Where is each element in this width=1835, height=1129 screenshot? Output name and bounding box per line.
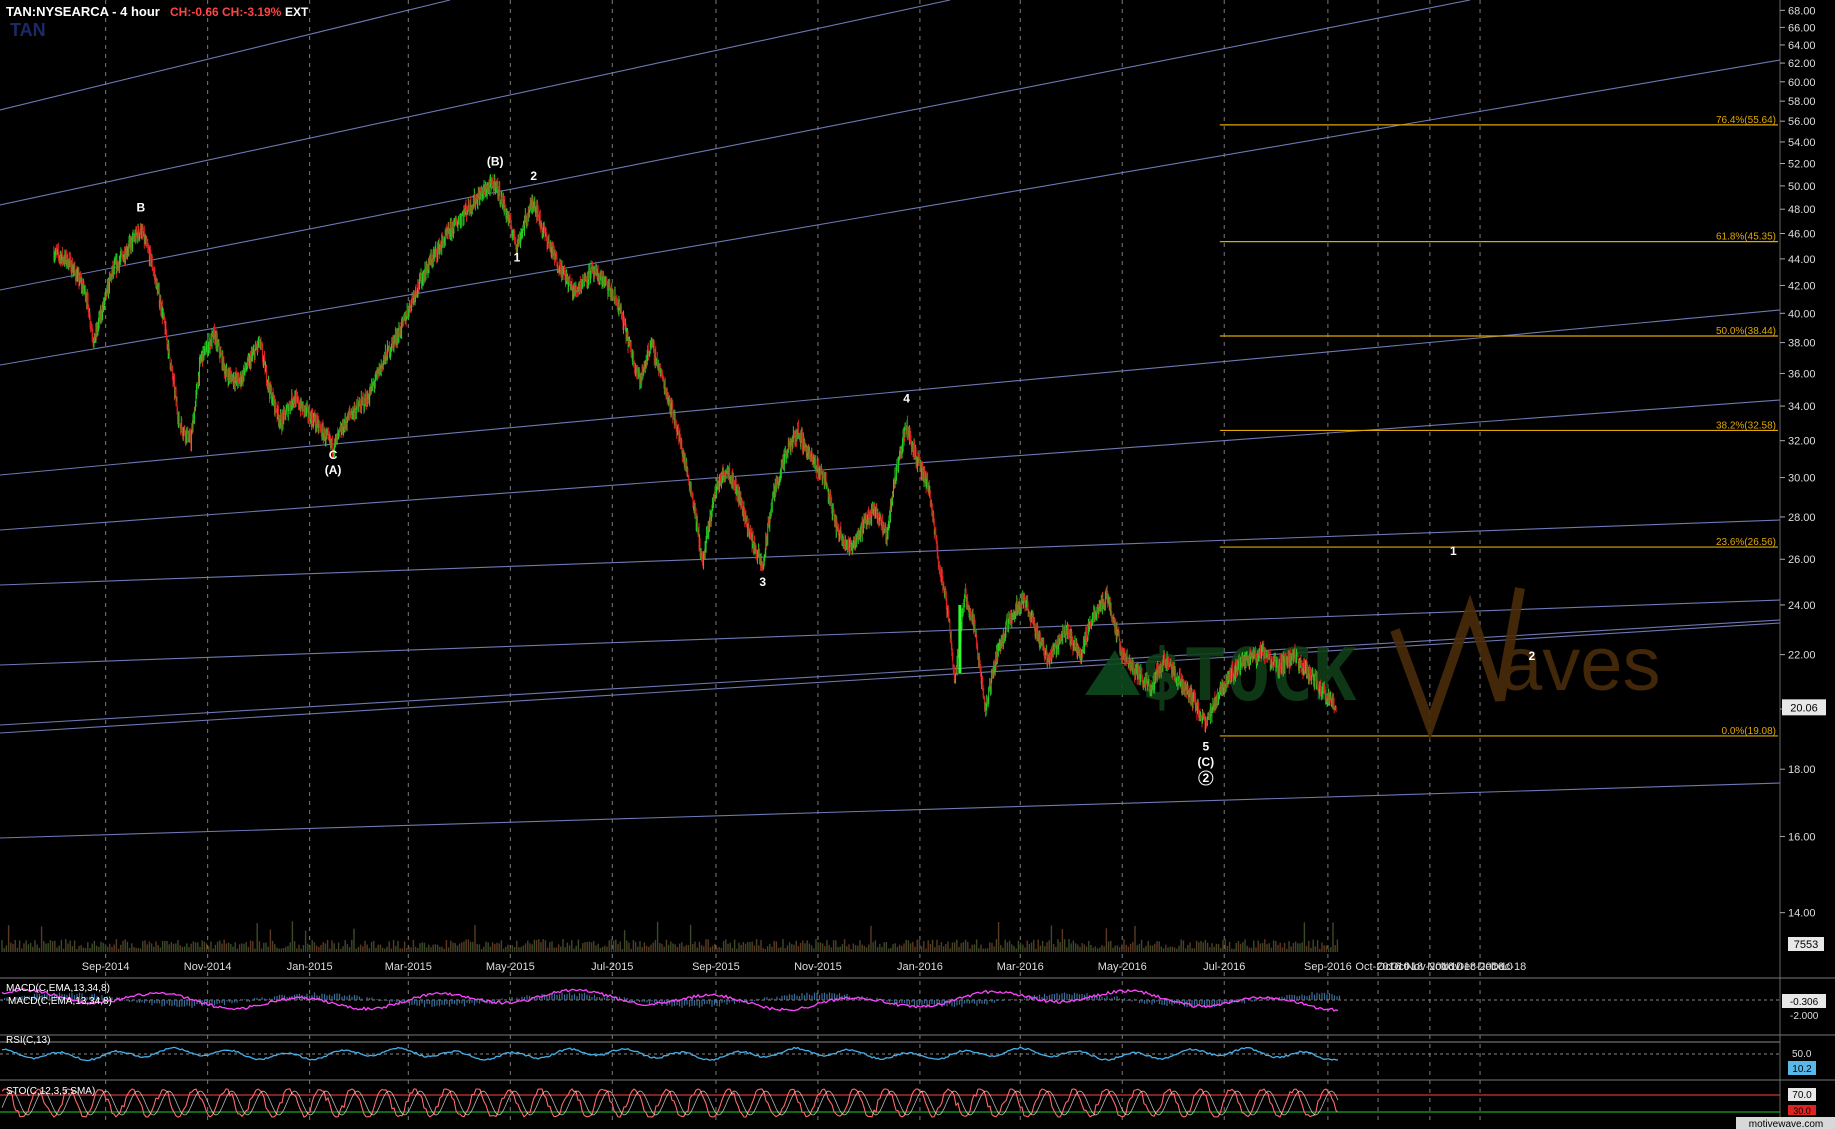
fib-label: 0.0%(19.08) xyxy=(1722,726,1776,737)
y-tick-label: 46.00 xyxy=(1788,228,1816,240)
change-value: CH:-0.66 xyxy=(170,5,219,19)
x-tick-label: Sep-2016 xyxy=(1304,961,1352,973)
y-tick-label: 66.00 xyxy=(1788,22,1816,34)
y-tick-label: 44.00 xyxy=(1788,254,1816,266)
y-tick-label: 68.00 xyxy=(1788,5,1816,17)
chart-background xyxy=(0,0,1835,1129)
y-tick-label: 22.00 xyxy=(1788,650,1816,662)
macd-label: MACD(C,EMA,13,34,8) xyxy=(6,983,110,994)
x-tick-label: Mar-2015 xyxy=(385,961,432,973)
x-tick-label: Nov-2014 xyxy=(184,961,232,973)
wave-label: 2 xyxy=(530,169,537,183)
y-tick-label: 24.00 xyxy=(1788,600,1816,612)
y-tick-label: 64.00 xyxy=(1788,40,1816,52)
wave-label: 2 xyxy=(1202,771,1209,785)
wave-label: 1 xyxy=(514,250,521,264)
wave-label: 5 xyxy=(1202,739,1209,753)
y-tick-label: 52.00 xyxy=(1788,158,1816,170)
y-tick-label: 50.00 xyxy=(1788,181,1816,193)
y-tick-label: 26.00 xyxy=(1788,554,1816,566)
y-tick-label: 60.00 xyxy=(1788,77,1816,89)
symbol-title: TAN:NYSEARCA - 4 hour xyxy=(6,4,160,19)
wave-label: (C) xyxy=(1198,755,1215,769)
symbol-watermark: TAN xyxy=(10,20,46,40)
y-tick-label: 32.00 xyxy=(1788,436,1816,448)
rsi-label: RSI(C,13) xyxy=(6,1035,50,1046)
y-tick-label: 38.00 xyxy=(1788,338,1816,350)
y-tick-label: 34.00 xyxy=(1788,401,1816,413)
x-tick-label: Sep-2014 xyxy=(82,961,130,973)
wave-label: (B) xyxy=(487,155,504,169)
stoch-upper-value: 70.0 xyxy=(1792,1090,1812,1101)
last-price-value: 20.06 xyxy=(1790,702,1818,714)
y-tick-label: 62.00 xyxy=(1788,58,1816,70)
x-tick-label: Sep-2015 xyxy=(692,961,740,973)
y-tick-label: 30.00 xyxy=(1788,473,1816,485)
y-tick-label: 58.00 xyxy=(1788,96,1816,108)
rsi-value: 10.2 xyxy=(1792,1064,1812,1075)
macd-label-2: MACD(C,EMA,13,34,8) xyxy=(8,996,112,1007)
y-tick-label: 36.00 xyxy=(1788,368,1816,380)
volume-value: 7553 xyxy=(1794,939,1818,951)
y-tick-label: 42.00 xyxy=(1788,280,1816,292)
stoch-label: STO(C,12,3,5,SMA) xyxy=(6,1086,95,1097)
macd-value: -0.306 xyxy=(1790,997,1819,1008)
x-tick-label: Nov-2015 xyxy=(794,961,842,973)
price-chart[interactable]: Sep-2014 Nov-2014 Jan-2015 Mar-2015 May-2015… xyxy=(0,0,1835,1129)
y-tick-label: 56.00 xyxy=(1788,116,1816,128)
highlight-candle xyxy=(958,604,962,674)
y-tick-label: 48.00 xyxy=(1788,204,1816,216)
y-tick-label: 14.00 xyxy=(1788,908,1816,920)
fib-label: 76.4%(55.64) xyxy=(1716,115,1776,126)
x-tick-label: Jan-2016 xyxy=(897,961,943,973)
x-tick-label: May-2016 xyxy=(1098,961,1147,973)
fib-label: 61.8%(45.35) xyxy=(1716,232,1776,243)
fib-label: 23.6%(26.56) xyxy=(1716,537,1776,548)
wave-label: 3 xyxy=(759,575,766,589)
fib-label: 50.0%(38.44) xyxy=(1716,326,1776,337)
fib-label: 38.2%(32.58) xyxy=(1716,420,1776,431)
logo-waves-text: aves xyxy=(1500,622,1661,707)
stoch-lower-value: 30.0 xyxy=(1793,1106,1811,1116)
wave-label: 1 xyxy=(1450,544,1457,558)
y-tick-label: 16.00 xyxy=(1788,831,1816,843)
wave-label: C xyxy=(329,448,338,462)
y-tick-label: 54.00 xyxy=(1788,137,1816,149)
x-tick-label: Dec-18 xyxy=(1491,961,1526,973)
y-tick-label: 28.00 xyxy=(1788,512,1816,524)
wave-label: B xyxy=(136,201,145,215)
session-label: EXT xyxy=(285,5,309,19)
y-tick-label: 40.00 xyxy=(1788,308,1816,320)
x-tick-label: Jan-2015 xyxy=(287,961,333,973)
wave-label: 2 xyxy=(1529,649,1536,663)
macd-tick: -2.000 xyxy=(1790,1011,1819,1022)
x-tick-label: May-2015 xyxy=(486,961,535,973)
footer-credit: motivewave.com xyxy=(1749,1119,1823,1129)
change-percent: CH:-3.19% xyxy=(222,5,282,19)
rsi-tick: 50.0 xyxy=(1792,1049,1812,1060)
wave-label: 4 xyxy=(903,392,910,406)
x-tick-label: Mar-2016 xyxy=(997,961,1044,973)
y-tick-label: 18.00 xyxy=(1788,764,1816,776)
wave-label: (A) xyxy=(325,463,342,477)
x-tick-label: Jul-2016 xyxy=(1203,961,1245,973)
x-tick-label: Jul-2015 xyxy=(591,961,633,973)
